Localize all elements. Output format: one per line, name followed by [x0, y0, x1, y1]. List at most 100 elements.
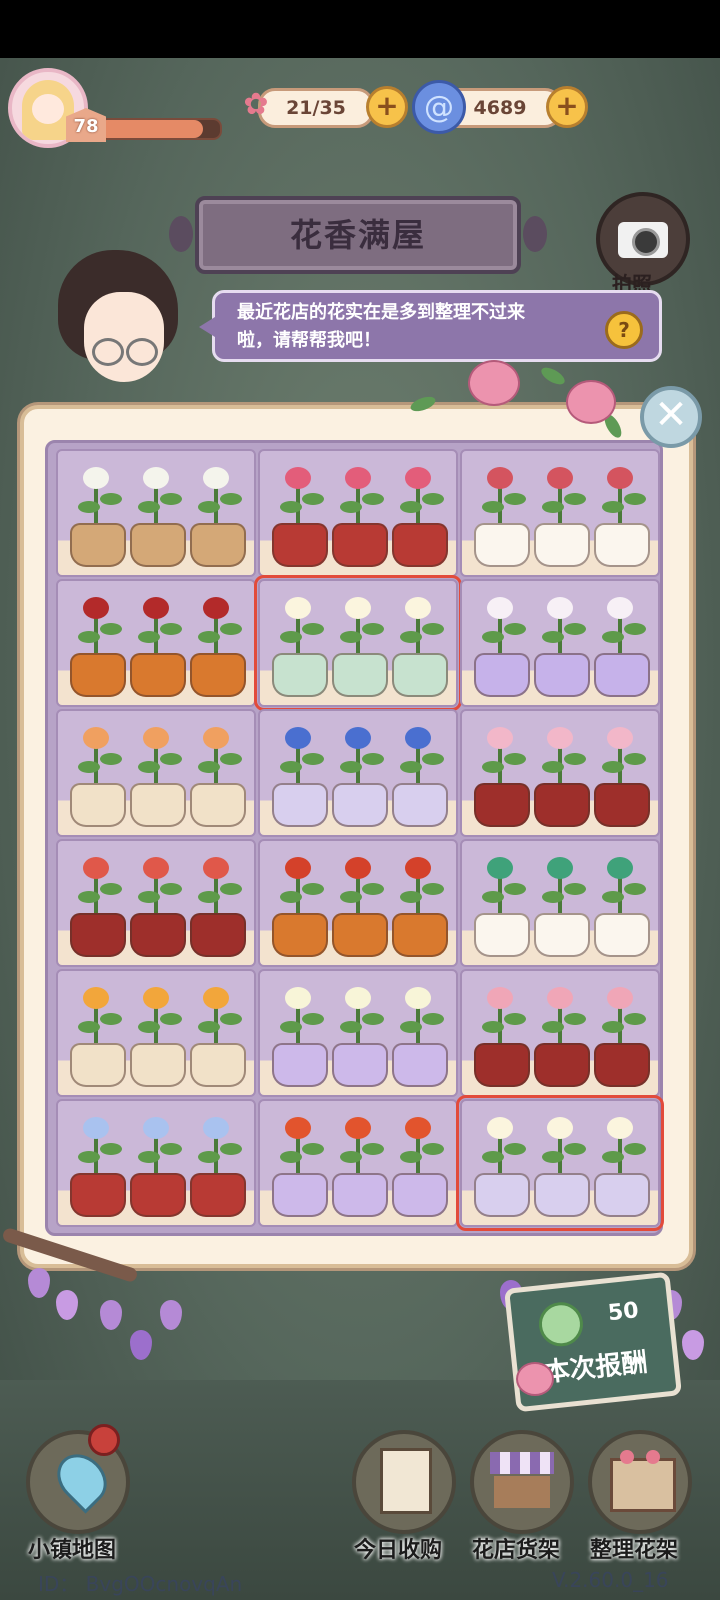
- flower-bloom: [143, 1117, 169, 1139]
- help-icon[interactable]: ?: [605, 311, 643, 349]
- flower-pot: [594, 913, 650, 957]
- flower-bloom: [547, 597, 573, 619]
- flower-leaf: [624, 623, 646, 635]
- shelf-slot[interactable]: [460, 969, 660, 1097]
- shelf-slot[interactable]: [460, 709, 660, 837]
- flower-leaf: [220, 493, 242, 505]
- shelf-slot[interactable]: [460, 839, 660, 967]
- flower-leaf: [302, 1013, 324, 1025]
- arrange-shelf-label[interactable]: 整理花架: [590, 1532, 678, 1564]
- add-coins-button[interactable]: +: [546, 86, 588, 128]
- shelf-slot[interactable]: [254, 575, 462, 711]
- flower-leaf: [340, 1151, 362, 1163]
- shelf-slot[interactable]: [56, 969, 256, 1097]
- flower-leaf: [280, 501, 302, 513]
- add-flowers-button[interactable]: +: [366, 86, 408, 128]
- flower-leaf: [340, 891, 362, 903]
- flower-pot: [332, 1173, 388, 1217]
- flower-bloom: [607, 987, 633, 1009]
- flower-pot: [70, 913, 126, 957]
- shelf-slot[interactable]: [258, 969, 458, 1097]
- flower-pot: [392, 523, 448, 567]
- flower-leaf: [362, 883, 384, 895]
- flower-pot: [332, 913, 388, 957]
- shop-shelf-button[interactable]: [470, 1430, 574, 1534]
- shopkeeper-character: [50, 250, 190, 390]
- event-title: 花香满屋: [289, 216, 426, 254]
- shelf-slot[interactable]: [56, 709, 256, 837]
- flower-leaf: [602, 891, 624, 903]
- flower-leaf: [160, 883, 182, 895]
- flower-leaf: [504, 493, 526, 505]
- shelf-slot[interactable]: [456, 1095, 664, 1231]
- flower-pot: [272, 913, 328, 957]
- flower-pot: [332, 523, 388, 567]
- flower-leaf: [362, 623, 384, 635]
- flower-rack-icon: [610, 1458, 676, 1512]
- flower-leaf: [624, 753, 646, 765]
- flower-leaf: [400, 761, 422, 773]
- flower-leaf: [198, 501, 220, 513]
- flower-bloom: [83, 727, 109, 749]
- shelf-slot[interactable]: [56, 839, 256, 967]
- flower-bloom: [547, 987, 573, 1009]
- flower-pot: [534, 1043, 590, 1087]
- shelf-slot[interactable]: [56, 579, 256, 707]
- flower-leaf: [198, 1021, 220, 1033]
- shelf-slot[interactable]: [258, 449, 458, 577]
- close-button[interactable]: ✕: [640, 386, 702, 448]
- flower-bloom: [143, 727, 169, 749]
- town-map-label[interactable]: 小镇地图: [28, 1532, 116, 1564]
- flower-pot: [534, 913, 590, 957]
- shelf-slot[interactable]: [258, 1099, 458, 1227]
- shelf-slot[interactable]: [258, 839, 458, 967]
- flower-leaf: [482, 501, 504, 513]
- shelf-slot[interactable]: [460, 579, 660, 707]
- flower-leaf: [564, 493, 586, 505]
- shelf-slot[interactable]: [258, 709, 458, 837]
- flower-leaf: [400, 501, 422, 513]
- daily-purchase-label[interactable]: 今日收购: [354, 1532, 442, 1564]
- flower-pot: [272, 653, 328, 697]
- flower-leaf: [78, 1021, 100, 1033]
- flower-pot: [332, 783, 388, 827]
- flower-leaf: [138, 891, 160, 903]
- flower-leaf: [482, 761, 504, 773]
- flower-leaf: [400, 891, 422, 903]
- flower-leaf: [160, 1143, 182, 1155]
- flower-pot: [130, 1043, 186, 1087]
- flower-bloom: [405, 597, 431, 619]
- flower-leaf: [160, 1013, 182, 1025]
- flower-bloom: [405, 1117, 431, 1139]
- flower-leaf: [542, 761, 564, 773]
- shelf-slot[interactable]: [460, 449, 660, 577]
- flower-leaf: [624, 1143, 646, 1155]
- flower-bloom: [345, 1117, 371, 1139]
- flower-leaf: [362, 1013, 384, 1025]
- flower-icon: ✿: [243, 86, 269, 122]
- flower-leaf: [302, 493, 324, 505]
- flower-leaf: [100, 623, 122, 635]
- shelf-slot[interactable]: [56, 1099, 256, 1227]
- shelf-slot[interactable]: [56, 449, 256, 577]
- flower-leaf: [198, 1151, 220, 1163]
- flower-bloom: [607, 727, 633, 749]
- flower-bloom: [405, 467, 431, 489]
- flower-bloom: [203, 987, 229, 1009]
- daily-purchase-button[interactable]: [352, 1430, 456, 1534]
- shop-shelf-label[interactable]: 花店货架: [472, 1532, 560, 1564]
- flower-bloom: [285, 467, 311, 489]
- flower-leaf: [302, 623, 324, 635]
- flower-leaf: [138, 1151, 160, 1163]
- flower-leaf: [482, 1021, 504, 1033]
- dialog-line-2: 啦，请帮帮我吧！: [237, 330, 381, 351]
- flower-leaf: [220, 1143, 242, 1155]
- flower-pot: [392, 1173, 448, 1217]
- flower-leaf: [504, 753, 526, 765]
- flower-bloom: [607, 1117, 633, 1139]
- flower-leaf: [602, 501, 624, 513]
- flower-bloom: [345, 857, 371, 879]
- flower-pot: [70, 1043, 126, 1087]
- flower-pot: [272, 783, 328, 827]
- arrange-shelf-button[interactable]: [588, 1430, 692, 1534]
